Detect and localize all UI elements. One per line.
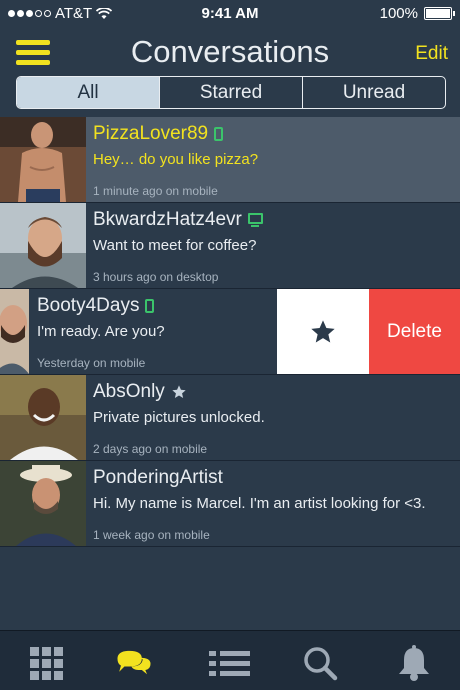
battery-percent: 100%: [379, 5, 418, 22]
filter-starred[interactable]: Starred: [159, 77, 302, 108]
edit-button[interactable]: Edit: [415, 43, 448, 65]
tab-search[interactable]: [300, 643, 340, 683]
conversation-row-swiped[interactable]: Booty4Days I'm ready. Are you? Yesterday…: [0, 289, 460, 375]
message-timestamp: 2 days ago on mobile: [93, 442, 208, 456]
page-title: Conversations: [130, 34, 330, 69]
star-icon: [311, 319, 335, 342]
contact-name: PonderingArtist: [93, 467, 223, 489]
tab-bar: [0, 630, 460, 690]
star-button[interactable]: [277, 289, 369, 374]
avatar: [0, 289, 29, 374]
search-icon: [304, 647, 338, 681]
contact-name-text: Booty4Days: [37, 295, 140, 316]
mobile-icon: [145, 299, 155, 313]
contact-name: AbsOnly: [93, 381, 187, 403]
mobile-icon: [214, 127, 224, 141]
navigation-bar: Conversations Edit: [0, 28, 460, 78]
conversation-list: PizzaLover89 Hey… do you like pizza? 1 m…: [0, 117, 460, 547]
conversation-row[interactable]: BkwardzHatz4evr Want to meet for coffee?…: [0, 203, 460, 289]
contact-name-text: PonderingArtist: [93, 467, 223, 488]
tab-notifications[interactable]: [394, 643, 434, 683]
bell-icon: [399, 645, 429, 681]
star-icon: [172, 385, 186, 398]
grid-icon: [29, 646, 63, 680]
filter-all[interactable]: All: [17, 77, 159, 108]
contact-name: BkwardzHatz4evr: [93, 209, 263, 231]
battery-icon: [424, 7, 455, 20]
message-timestamp: 1 week ago on mobile: [93, 528, 210, 542]
tab-conversations[interactable]: [114, 643, 154, 683]
contact-name-text: BkwardzHatz4evr: [93, 209, 242, 230]
contact-name-text: AbsOnly: [93, 381, 165, 402]
avatar: [0, 461, 86, 546]
message-preview: Private pictures unlocked.: [93, 409, 265, 426]
status-bar: AT&T 9:41 AM 100%: [0, 0, 460, 28]
list-icon: [208, 650, 250, 676]
contact-name: Booty4Days: [37, 295, 155, 317]
filter-unread[interactable]: Unread: [302, 77, 445, 108]
message-preview: Hey… do you like pizza?: [93, 151, 259, 168]
conversation-row[interactable]: AbsOnly Private pictures unlocked. 2 day…: [0, 375, 460, 461]
message-preview: I'm ready. Are you?: [37, 323, 165, 340]
conversation-row[interactable]: PonderingArtist Hi. My name is Marcel. I…: [0, 461, 460, 547]
delete-button[interactable]: Delete: [369, 289, 460, 374]
message-timestamp: 1 minute ago on mobile: [93, 184, 218, 198]
filter-segmented-control: All Starred Unread: [16, 76, 446, 109]
desktop-icon: [247, 213, 263, 227]
message-preview: Hi. My name is Marcel. I'm an artist loo…: [93, 495, 426, 512]
battery-status: 100%: [379, 5, 455, 22]
message-preview: Want to meet for coffee?: [93, 237, 257, 254]
chat-bubbles-icon: [117, 650, 151, 675]
avatar: [0, 203, 86, 288]
conversation-row[interactable]: PizzaLover89 Hey… do you like pizza? 1 m…: [0, 117, 460, 203]
contact-name: PizzaLover89: [93, 123, 224, 145]
contact-name-text: PizzaLover89: [93, 123, 209, 144]
message-timestamp: Yesterday on mobile: [37, 356, 146, 370]
tab-grid[interactable]: [26, 643, 66, 683]
avatar: [0, 375, 86, 460]
avatar: [0, 117, 86, 202]
message-timestamp: 3 hours ago on desktop: [93, 270, 219, 284]
tab-list[interactable]: [208, 643, 250, 683]
